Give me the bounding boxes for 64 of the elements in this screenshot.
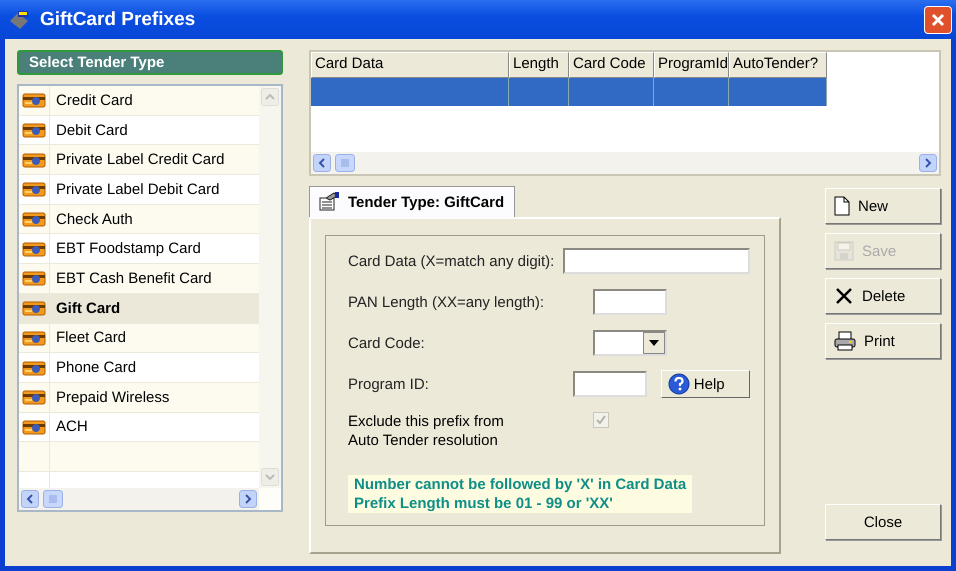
column-header[interactable]: ProgramId (654, 52, 729, 78)
list-item[interactable]: ACH (19, 412, 259, 442)
card-icon (22, 240, 46, 257)
field-label: Program ID: (348, 376, 430, 392)
window-title: GiftCard Prefixes (40, 8, 196, 30)
list-item[interactable]: Credit Card (19, 86, 259, 116)
card-icon (22, 122, 46, 138)
tab[interactable]: Tender Type: GiftCard (309, 186, 516, 217)
close-button[interactable] (924, 6, 952, 34)
column-header[interactable]: Length (509, 52, 569, 78)
delete-icon (834, 286, 854, 306)
card-icon (22, 181, 46, 198)
help-button[interactable]: Help (660, 370, 750, 398)
column-header[interactable]: AutoTender? (729, 52, 827, 78)
toolbar-button[interactable]: Delete (825, 278, 941, 314)
scroll-left-button[interactable] (313, 154, 331, 172)
card-icon (22, 330, 46, 346)
properties-icon (318, 192, 340, 212)
field-label: Card Code: (348, 334, 426, 352)
card-icon (22, 211, 46, 228)
field-label: PAN Length (XX=any length): (348, 294, 546, 310)
list-item[interactable]: Debit Card (19, 116, 259, 146)
grid-cell (509, 78, 569, 106)
validation-message: Number cannot be followed by 'X' in Card Data (354, 475, 686, 494)
validation-message: Prefix Length must be 01 - 99 or 'XX' (354, 494, 614, 513)
help-icon (668, 373, 690, 395)
card-icon (22, 418, 46, 435)
document-icon (834, 196, 850, 216)
dropdown-arrow-icon (649, 340, 659, 346)
close-icon (930, 12, 946, 28)
card-icon (22, 300, 46, 316)
list-item[interactable]: Fleet Card (19, 324, 259, 354)
card-icon (22, 270, 46, 286)
list-item[interactable]: Private Label Credit Card (19, 145, 259, 176)
card-icon (22, 152, 46, 168)
scroll-left-button[interactable] (21, 490, 39, 508)
input-field[interactable] (593, 289, 667, 315)
card-code-dropdown[interactable] (593, 330, 667, 356)
scroll-right-button[interactable] (239, 490, 257, 508)
card-icon (22, 92, 46, 108)
list-item[interactable]: EBT Cash Benefit Card (19, 264, 259, 294)
card-icon (22, 360, 46, 376)
input-field[interactable] (572, 371, 647, 397)
list-item[interactable]: Check Auth (19, 204, 259, 234)
close-dialog-button[interactable]: Close (825, 504, 941, 540)
scroll-thumb[interactable] (335, 154, 355, 172)
card-icon (22, 389, 46, 406)
list-item[interactable]: EBT Foodstamp Card (19, 234, 259, 264)
list-item[interactable]: Prepaid Wireless (19, 382, 259, 413)
list-item[interactable]: Gift Card (19, 294, 259, 324)
column-header[interactable]: Card Code (569, 52, 654, 78)
column-header[interactable]: Card Data (311, 52, 509, 78)
field-label: Card Data (X=match any digit): (348, 252, 556, 270)
toolbar-button[interactable]: Print (825, 323, 941, 359)
list-header: Select Tender Type (17, 50, 283, 75)
printer-icon (834, 331, 856, 351)
toolbar-button[interactable]: New (825, 188, 941, 224)
scroll-thumb[interactable] (43, 490, 63, 508)
list-item[interactable]: Private Label Debit Card (19, 175, 259, 205)
card-reader-icon (8, 8, 30, 30)
list-item[interactable]: Phone Card (19, 353, 259, 383)
checkbox-label: Exclude this prefix from Auto Tender resolution (348, 412, 505, 450)
input-field[interactable] (563, 248, 750, 274)
scroll-right-button[interactable] (919, 154, 937, 172)
